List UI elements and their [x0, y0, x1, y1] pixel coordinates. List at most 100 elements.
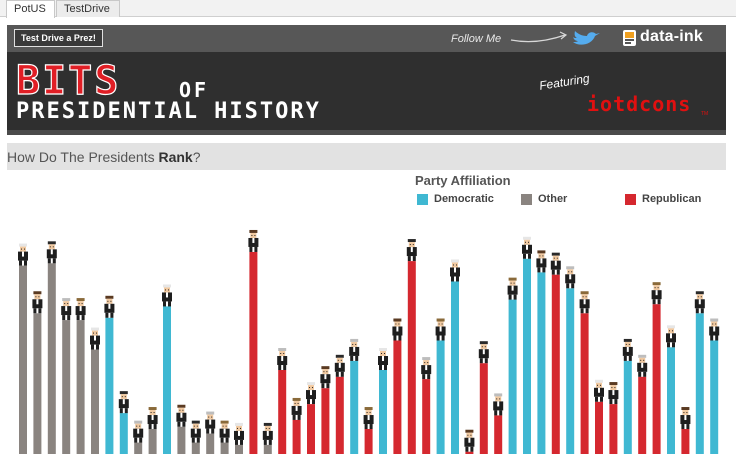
rank-bar[interactable]	[33, 313, 42, 454]
president-column[interactable]	[32, 291, 43, 454]
president-figure-icon[interactable]	[32, 291, 43, 314]
rank-bar[interactable]	[436, 340, 445, 454]
president-column[interactable]	[493, 393, 504, 454]
president-column[interactable]	[205, 411, 216, 454]
rank-bar[interactable]	[19, 265, 27, 454]
rank-bar[interactable]	[307, 404, 315, 454]
president-column[interactable]	[435, 318, 446, 454]
president-column[interactable]	[90, 327, 100, 454]
rank-bar[interactable]	[695, 313, 704, 454]
president-figure-icon[interactable]	[363, 407, 374, 430]
rank-bar[interactable]	[508, 299, 517, 454]
president-figure-icon[interactable]	[666, 325, 676, 348]
rank-bar[interactable]	[379, 370, 387, 454]
president-column[interactable]	[464, 429, 475, 454]
rank-bar[interactable]	[235, 444, 243, 454]
rank-bar[interactable]	[681, 429, 690, 454]
rank-bar[interactable]	[551, 274, 560, 454]
president-figure-icon[interactable]	[75, 298, 86, 321]
president-column[interactable]	[104, 295, 115, 454]
president-column[interactable]	[18, 243, 28, 454]
president-figure-icon[interactable]	[118, 391, 129, 414]
rank-bar[interactable]	[119, 413, 128, 454]
president-column[interactable]	[565, 266, 576, 454]
rank-bar[interactable]	[220, 442, 229, 454]
president-figure-icon[interactable]	[550, 252, 561, 275]
rank-bar[interactable]	[249, 252, 258, 454]
president-figure-icon[interactable]	[637, 354, 648, 377]
president-column[interactable]	[75, 298, 86, 454]
rank-bar[interactable]	[623, 360, 632, 454]
president-figure-icon[interactable]	[536, 250, 547, 273]
president-figure-icon[interactable]	[176, 404, 187, 427]
rank-bar[interactable]	[667, 347, 675, 454]
president-figure-icon[interactable]	[622, 338, 633, 361]
rank-bar[interactable]	[451, 281, 459, 454]
president-column[interactable]	[406, 239, 417, 454]
president-figure-icon[interactable]	[320, 366, 331, 389]
president-figure-icon[interactable]	[147, 407, 158, 430]
president-column[interactable]	[608, 382, 619, 454]
president-column[interactable]	[262, 422, 273, 454]
president-column[interactable]	[709, 318, 720, 454]
president-figure-icon[interactable]	[349, 338, 360, 361]
rank-bar[interactable]	[393, 340, 402, 454]
president-figure-icon[interactable]	[219, 420, 230, 443]
president-figure-icon[interactable]	[608, 382, 619, 405]
president-column[interactable]	[234, 422, 244, 454]
rank-bar[interactable]	[292, 419, 301, 454]
president-figure-icon[interactable]	[248, 229, 259, 252]
president-figure-icon[interactable]	[435, 318, 446, 341]
president-column[interactable]	[651, 282, 662, 454]
president-figure-icon[interactable]	[392, 318, 403, 341]
rank-bar[interactable]	[580, 313, 589, 454]
rank-bar[interactable]	[494, 415, 503, 454]
president-column[interactable]	[320, 366, 331, 454]
president-column[interactable]	[334, 354, 345, 454]
rank-bar[interactable]	[537, 272, 546, 454]
rank-bar[interactable]	[278, 370, 287, 454]
rank-bar[interactable]	[321, 388, 330, 454]
president-figure-icon[interactable]	[651, 282, 662, 305]
president-figure-icon[interactable]	[709, 318, 720, 341]
president-column[interactable]	[363, 407, 374, 454]
rank-bar[interactable]	[710, 340, 719, 454]
president-figure-icon[interactable]	[46, 241, 57, 264]
rank-bar[interactable]	[47, 263, 56, 454]
president-figure-icon[interactable]	[594, 379, 604, 402]
president-column[interactable]	[291, 397, 302, 454]
president-column[interactable]	[421, 357, 432, 454]
president-figure-icon[interactable]	[478, 341, 489, 364]
president-figure-icon[interactable]	[334, 354, 345, 377]
president-column[interactable]	[478, 341, 489, 454]
president-column[interactable]	[536, 250, 547, 454]
president-column[interactable]	[176, 404, 187, 454]
president-column[interactable]	[392, 318, 403, 454]
rank-bar[interactable]	[422, 379, 431, 454]
rank-bar[interactable]	[105, 317, 114, 454]
rank-bar[interactable]	[191, 442, 200, 454]
president-column[interactable]	[378, 348, 388, 454]
president-column[interactable]	[637, 354, 648, 454]
president-figure-icon[interactable]	[579, 291, 590, 314]
rank-bar[interactable]	[206, 433, 215, 454]
president-figure-icon[interactable]	[507, 277, 518, 300]
president-column[interactable]	[133, 420, 144, 454]
president-column[interactable]	[46, 241, 57, 454]
president-figure-icon[interactable]	[190, 420, 201, 443]
president-column[interactable]	[118, 391, 129, 454]
president-column[interactable]	[277, 348, 288, 454]
rank-bar[interactable]	[350, 360, 359, 454]
president-column[interactable]	[306, 382, 316, 454]
president-figure-icon[interactable]	[450, 259, 460, 282]
president-column[interactable]	[248, 229, 259, 454]
rank-bar[interactable]	[609, 404, 618, 454]
president-figure-icon[interactable]	[493, 393, 504, 416]
rank-bar[interactable]	[76, 320, 85, 454]
rank-bar[interactable]	[134, 442, 143, 454]
president-figure-icon[interactable]	[522, 236, 532, 259]
rank-bar[interactable]	[479, 363, 488, 454]
president-figure-icon[interactable]	[694, 291, 705, 314]
rank-bar[interactable]	[62, 320, 71, 454]
president-column[interactable]	[694, 291, 705, 454]
